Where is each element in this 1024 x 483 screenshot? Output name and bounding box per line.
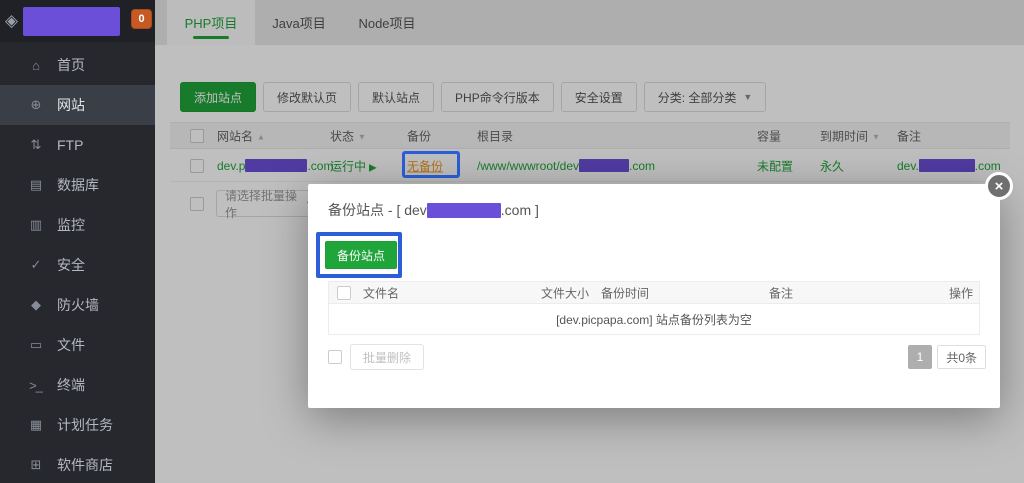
- sidebar-item-firewall[interactable]: ◆ 防火墙: [0, 285, 155, 325]
- bt-panel-screen: ◈ 0 ⌂ 首页 ⊕ 网站 ⇅ FTP ▤ 数据库 ▥ 监控 ✓ 安全: [0, 0, 1024, 483]
- backup-table-header: 文件名 文件大小 备份时间 备注 操作: [328, 281, 980, 304]
- panel-header: ◈ 0: [0, 0, 155, 42]
- notification-badge[interactable]: 0: [131, 9, 152, 29]
- close-icon[interactable]: ×: [985, 172, 1013, 200]
- backup-site-button[interactable]: 备份站点: [325, 241, 397, 269]
- sidebar-item-home[interactable]: ⌂ 首页: [0, 45, 155, 85]
- col-filename: 文件名: [363, 284, 399, 301]
- calendar-icon: ▦: [26, 417, 45, 433]
- sidebar-item-files[interactable]: ▭ 文件: [0, 325, 155, 365]
- sidebar-item-label: 监控: [57, 215, 85, 235]
- globe-icon: ⊕: [26, 97, 45, 113]
- backup-site-modal: × 备份站点 - [ dev.com ] 备份站点 文件名 文件大小 备份时间 …: [308, 184, 1000, 408]
- select-all-checkbox[interactable]: [337, 286, 351, 300]
- sidebar-item-terminal[interactable]: >_ 终端: [0, 365, 155, 405]
- server-name-redaction: [23, 7, 120, 36]
- sidebar-item-label: 终端: [57, 375, 85, 395]
- monitor-icon: ▥: [26, 217, 45, 233]
- sidebar-item-label: 计划任务: [57, 415, 113, 435]
- sidebar: ◈ 0 ⌂ 首页 ⊕ 网站 ⇅ FTP ▤ 数据库 ▥ 监控 ✓ 安全: [0, 0, 155, 483]
- home-icon: ⌂: [26, 58, 45, 73]
- sidebar-item-label: 首页: [57, 55, 85, 75]
- database-icon: ▤: [26, 177, 45, 193]
- sidebar-item-label: 防火墙: [57, 295, 99, 315]
- empty-list-message: [dev.picpapa.com] 站点备份列表为空: [328, 304, 980, 335]
- sidebar-item-label: 数据库: [57, 175, 99, 195]
- sidebar-item-cron[interactable]: ▦ 计划任务: [0, 405, 155, 445]
- modal-title: 备份站点 - [ dev.com ]: [308, 184, 1000, 220]
- batch-delete-button[interactable]: 批量删除: [350, 344, 424, 370]
- folder-icon: ▭: [26, 337, 45, 353]
- domain-redaction: [427, 203, 501, 218]
- col-backup-time: 备份时间: [601, 284, 649, 301]
- col-note: 备注: [769, 284, 793, 301]
- pagination-page-1[interactable]: 1: [908, 345, 932, 369]
- modal-footer: 批量删除 1 共0条: [328, 344, 986, 370]
- backup-list-table: 文件名 文件大小 备份时间 备注 操作 [dev.picpapa.com] 站点…: [328, 281, 980, 335]
- sidebar-item-monitor[interactable]: ▥ 监控: [0, 205, 155, 245]
- pagination-total: 共0条: [937, 345, 986, 369]
- shield-check-icon: ✓: [26, 257, 45, 273]
- shield-icon: ◆: [26, 297, 45, 313]
- sidebar-item-database[interactable]: ▤ 数据库: [0, 165, 155, 205]
- grid-icon: ⊞: [26, 457, 45, 473]
- sidebar-item-label: 文件: [57, 335, 85, 355]
- sidebar-nav: ⌂ 首页 ⊕ 网站 ⇅ FTP ▤ 数据库 ▥ 监控 ✓ 安全 ◆ 防火墙: [0, 45, 155, 483]
- panel-logo-icon: ◈: [5, 11, 18, 31]
- col-filesize: 文件大小: [541, 284, 589, 301]
- col-operation: 操作: [949, 284, 973, 301]
- sidebar-item-label: 网站: [57, 95, 85, 115]
- terminal-icon: >_: [26, 378, 45, 393]
- sidebar-item-label: 安全: [57, 255, 85, 275]
- sidebar-item-website[interactable]: ⊕ 网站: [0, 85, 155, 125]
- sidebar-item-ftp[interactable]: ⇅ FTP: [0, 125, 155, 165]
- sidebar-item-label: 软件商店: [57, 455, 113, 475]
- sidebar-item-appstore[interactable]: ⊞ 软件商店: [0, 445, 155, 483]
- transfer-icon: ⇅: [26, 137, 45, 153]
- sidebar-item-label: FTP: [57, 137, 83, 153]
- batch-select-checkbox[interactable]: [328, 350, 342, 364]
- sidebar-item-security[interactable]: ✓ 安全: [0, 245, 155, 285]
